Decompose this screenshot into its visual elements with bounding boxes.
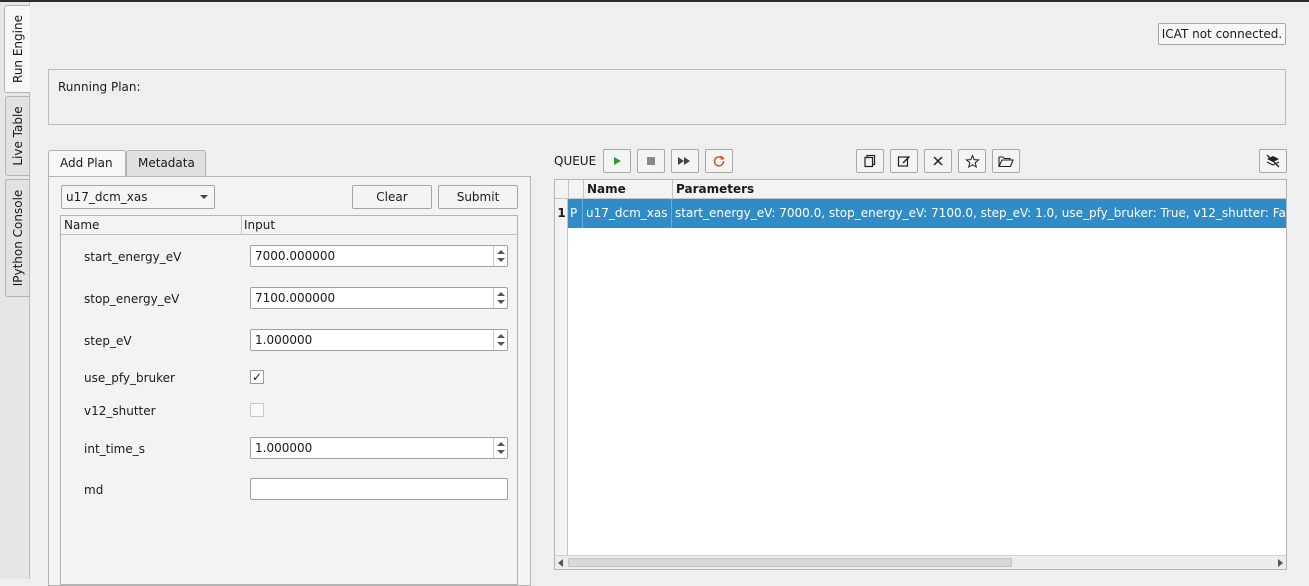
side-tab-bar: Run Engine Live Table IPython Console: [0, 2, 30, 579]
start-queue-button[interactable]: [603, 149, 631, 173]
queue-label: QUEUE: [554, 154, 597, 168]
copy-icon: [864, 154, 876, 168]
horizontal-scrollbar[interactable]: [555, 555, 1286, 569]
tab-add-plan[interactable]: Add Plan: [48, 150, 126, 178]
queue-header-flag: [568, 180, 583, 199]
use-pfy-bruker-checkbox[interactable]: ✓: [250, 370, 264, 384]
queue-table: Name Parameters 1 P u17_dcm_xas start_en…: [554, 179, 1287, 570]
row-header-column: [555, 199, 568, 555]
tab-live-table[interactable]: Live Table: [5, 96, 29, 176]
param-header-name: Name: [64, 218, 100, 232]
reload-queue-button[interactable]: [705, 149, 733, 173]
row-name: u17_dcm_xas: [583, 199, 672, 228]
tab-live-table-label: Live Table: [10, 106, 25, 166]
step-value: 1.000000: [255, 333, 313, 347]
running-plan-box: Running Plan:: [48, 69, 1286, 125]
window-top-border: [0, 0, 1309, 2]
clear-button[interactable]: Clear: [352, 185, 432, 209]
chevron-down-icon: [200, 195, 208, 199]
delete-button[interactable]: [924, 149, 952, 173]
param-label-md: md: [84, 483, 104, 497]
queue-header-name: Name: [583, 180, 672, 199]
copy-button[interactable]: [856, 149, 884, 173]
stop-energy-input[interactable]: 7100.000000: [250, 287, 508, 309]
fast-forward-icon: [678, 157, 690, 165]
running-plan-label: Running Plan:: [58, 80, 141, 94]
table-row[interactable]: P u17_dcm_xas start_energy_eV: 7000.0, s…: [568, 199, 1286, 228]
plan-select-value: u17_dcm_xas: [66, 190, 148, 204]
tab-run-engine-label: Run Engine: [10, 15, 25, 83]
tab-run-engine[interactable]: Run Engine: [4, 5, 30, 93]
stop-icon: [647, 157, 655, 165]
start-energy-value: 7000.000000: [255, 249, 336, 263]
checkmark-icon: ✓: [251, 370, 263, 384]
queue-table-header: Name Parameters: [555, 180, 1286, 199]
scrollbar-thumb[interactable]: [568, 558, 1012, 567]
plan-select-dropdown[interactable]: u17_dcm_xas: [61, 185, 215, 209]
spin-arrows-icon[interactable]: [493, 438, 507, 458]
play-icon: [614, 157, 621, 165]
scroll-left-icon[interactable]: [558, 559, 563, 567]
star-icon: [964, 153, 980, 168]
spin-arrows-icon[interactable]: [493, 330, 507, 350]
v12-shutter-checkbox[interactable]: [250, 403, 264, 417]
edit-icon: [897, 156, 910, 167]
param-header-input: Input: [244, 218, 276, 232]
row-parameters: start_energy_eV: 7000.0, stop_energy_eV:…: [675, 206, 1286, 220]
param-label-start-energy: start_energy_eV: [84, 250, 182, 264]
layers-off-icon: [1266, 154, 1280, 168]
plan-parameters-table: Name Input start_energy_eV 7000.000000 s…: [60, 215, 518, 585]
stop-queue-button[interactable]: [637, 149, 665, 173]
start-energy-input[interactable]: 7000.000000: [250, 245, 508, 267]
param-table-header: Name Input: [61, 216, 517, 235]
param-label-step: step_eV: [84, 334, 132, 348]
param-label-stop-energy: stop_energy_eV: [84, 292, 180, 306]
param-label-int-time: int_time_s: [84, 442, 146, 456]
close-icon: [933, 156, 943, 166]
param-label-use-pfy-bruker: use_pfy_bruker: [84, 371, 175, 385]
favorite-button[interactable]: [958, 149, 986, 173]
open-file-button[interactable]: [992, 149, 1020, 173]
tab-ipython-console-label: IPython Console: [10, 189, 25, 287]
spin-arrows-icon[interactable]: [493, 246, 507, 266]
row-number: 1: [557, 206, 566, 220]
skip-button[interactable]: [671, 149, 699, 173]
tab-add-plan-label: Add Plan: [60, 156, 113, 170]
icat-status-button[interactable]: ICAT not connected.: [1158, 23, 1286, 45]
edit-button[interactable]: [890, 149, 918, 173]
int-time-value: 1.000000: [255, 441, 313, 455]
param-label-v12-shutter: v12_shutter: [84, 404, 156, 418]
tab-metadata[interactable]: Metadata: [126, 150, 206, 177]
tab-ipython-console[interactable]: IPython Console: [5, 179, 29, 297]
tab-metadata-label: Metadata: [138, 156, 195, 170]
queue-header-parameters: Parameters: [672, 180, 1286, 199]
md-input[interactable]: [250, 478, 508, 500]
row-flag: P: [568, 199, 583, 228]
refresh-icon: [713, 155, 725, 167]
submit-button[interactable]: Submit: [438, 185, 518, 209]
spin-arrows-icon[interactable]: [493, 288, 507, 308]
folder-open-icon: [998, 155, 1014, 167]
step-input[interactable]: 1.000000: [250, 329, 508, 351]
stop-energy-value: 7100.000000: [255, 291, 336, 305]
int-time-input[interactable]: 1.000000: [250, 437, 508, 459]
scroll-right-icon[interactable]: [1278, 559, 1283, 567]
layers-button[interactable]: [1259, 149, 1287, 173]
